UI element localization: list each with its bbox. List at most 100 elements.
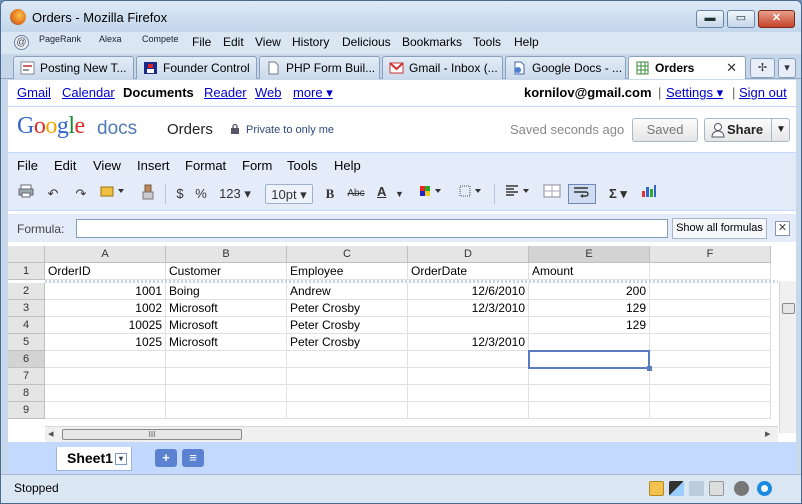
table-cell[interactable]: 1025: [45, 334, 166, 351]
wrap-text-button[interactable]: [568, 184, 596, 204]
table-cell[interactable]: [408, 351, 529, 368]
row-header[interactable]: 7: [8, 368, 45, 385]
add-sheet-button[interactable]: +: [155, 449, 177, 467]
row-header[interactable]: 1: [8, 263, 45, 280]
table-cell[interactable]: [45, 402, 166, 419]
select-all-corner[interactable]: [8, 246, 45, 263]
pagerank-globe-icon[interactable]: @: [14, 35, 29, 50]
show-all-formulas-button[interactable]: Show all formulas: [672, 218, 767, 239]
column-header[interactable]: F: [650, 246, 771, 263]
column-header[interactable]: C: [287, 246, 408, 263]
bold-button[interactable]: B: [323, 184, 337, 204]
table-cell[interactable]: 1001: [45, 283, 166, 300]
paint-format-icon[interactable]: [99, 184, 127, 204]
table-cell[interactable]: [166, 402, 287, 419]
chevron-down-icon[interactable]: ▼: [776, 119, 786, 141]
doc-menu-view[interactable]: View: [93, 158, 121, 173]
table-cell[interactable]: 129: [529, 317, 650, 334]
table-cell[interactable]: [45, 368, 166, 385]
tab-gmail-inbox[interactable]: Gmail - Inbox (...: [382, 56, 503, 79]
horizontal-scroll-thumb[interactable]: III: [62, 429, 242, 440]
close-window-button[interactable]: ✕: [758, 10, 795, 28]
doc-menu-insert[interactable]: Insert: [137, 158, 170, 173]
merge-cells-button[interactable]: [541, 184, 563, 204]
menu-view[interactable]: View: [255, 35, 281, 49]
privacy-status[interactable]: Private to only me: [246, 124, 334, 136]
table-cell[interactable]: Peter Crosby: [287, 317, 408, 334]
gbar-more-link[interactable]: more ▾: [293, 85, 333, 101]
doc-menu-help[interactable]: Help: [334, 158, 361, 173]
table-cell[interactable]: [166, 351, 287, 368]
table-cell[interactable]: [166, 385, 287, 402]
table-cell[interactable]: Amount: [529, 263, 650, 280]
menu-file[interactable]: File: [192, 35, 211, 49]
spreadsheet-grid[interactable]: A B C D E F 1 OrderID Customer Employee OrderDate A…: [8, 246, 778, 432]
percent-format-button[interactable]: %: [193, 184, 209, 204]
row-header[interactable]: 2: [8, 283, 45, 300]
extension-status-icon[interactable]: [669, 481, 684, 496]
row-header[interactable]: 5: [8, 334, 45, 351]
fill-handle[interactable]: [647, 366, 652, 371]
table-cell[interactable]: [166, 368, 287, 385]
table-cell[interactable]: OrderDate: [408, 263, 529, 280]
text-color-button[interactable]: A ▼: [375, 184, 405, 204]
table-cell[interactable]: 129: [529, 300, 650, 317]
strikethrough-button[interactable]: Abc: [345, 184, 367, 204]
menu-edit[interactable]: Edit: [223, 35, 244, 49]
menu-history[interactable]: History: [292, 35, 329, 49]
table-cell[interactable]: OrderID: [45, 263, 166, 280]
table-cell[interactable]: 12/6/2010: [408, 283, 529, 300]
table-cell[interactable]: [650, 385, 771, 402]
print-icon[interactable]: [17, 184, 35, 204]
skype-icon[interactable]: [757, 481, 772, 496]
table-cell[interactable]: 12/3/2010: [408, 334, 529, 351]
table-cell[interactable]: [650, 351, 771, 368]
gbar-gmail-link[interactable]: Gmail: [17, 85, 51, 100]
gbar-calendar-link[interactable]: Calendar: [62, 85, 115, 100]
doc-menu-file[interactable]: File: [17, 158, 38, 173]
table-cell[interactable]: [650, 402, 771, 419]
sheet-list-button[interactable]: ≡: [182, 449, 204, 467]
table-cell[interactable]: [650, 334, 771, 351]
functions-button[interactable]: Σ ▾: [604, 184, 632, 204]
firebug-icon[interactable]: [734, 481, 749, 496]
table-cell[interactable]: [529, 385, 650, 402]
insert-chart-icon[interactable]: [640, 184, 658, 204]
column-header[interactable]: E: [529, 246, 650, 263]
table-cell[interactable]: [529, 334, 650, 351]
table-cell[interactable]: [650, 368, 771, 385]
table-cell[interactable]: Andrew: [287, 283, 408, 300]
table-cell[interactable]: [529, 368, 650, 385]
table-cell[interactable]: [287, 368, 408, 385]
sheet-tab-sheet1[interactable]: Sheet1 ▾: [56, 447, 132, 471]
tab-google-docs[interactable]: Google Docs - ...: [505, 56, 626, 79]
table-cell[interactable]: [650, 263, 771, 280]
menu-tools[interactable]: Tools: [473, 35, 501, 49]
saved-button[interactable]: Saved: [632, 118, 698, 142]
table-cell[interactable]: Microsoft: [166, 300, 287, 317]
settings-link[interactable]: Settings ▾: [666, 85, 723, 101]
list-all-tabs-button[interactable]: ✢: [750, 58, 775, 78]
table-cell[interactable]: [408, 402, 529, 419]
table-cell[interactable]: 10025: [45, 317, 166, 334]
undo-icon[interactable]: ↶: [45, 184, 61, 204]
close-tab-icon[interactable]: ✕: [726, 60, 737, 76]
doc-menu-edit[interactable]: Edit: [54, 158, 76, 173]
table-cell[interactable]: [287, 351, 408, 368]
pagerank-extension[interactable]: PageRank: [39, 34, 81, 44]
menu-help[interactable]: Help: [514, 35, 539, 49]
borders-button[interactable]: [457, 184, 485, 204]
column-header[interactable]: A: [45, 246, 166, 263]
table-cell[interactable]: Peter Crosby: [287, 334, 408, 351]
row-header[interactable]: 6: [8, 351, 45, 368]
table-cell[interactable]: Employee: [287, 263, 408, 280]
tab-php-form[interactable]: PHP Form Buil...: [259, 56, 380, 79]
vertical-scroll-thumb[interactable]: [782, 303, 795, 314]
scroll-right-arrow[interactable]: ▸: [765, 427, 771, 440]
share-button[interactable]: Share ▼: [704, 118, 790, 142]
maximize-button[interactable]: ▭: [727, 10, 755, 28]
table-cell[interactable]: 200: [529, 283, 650, 300]
row-header[interactable]: 4: [8, 317, 45, 334]
table-cell[interactable]: [408, 368, 529, 385]
table-cell[interactable]: [650, 283, 771, 300]
